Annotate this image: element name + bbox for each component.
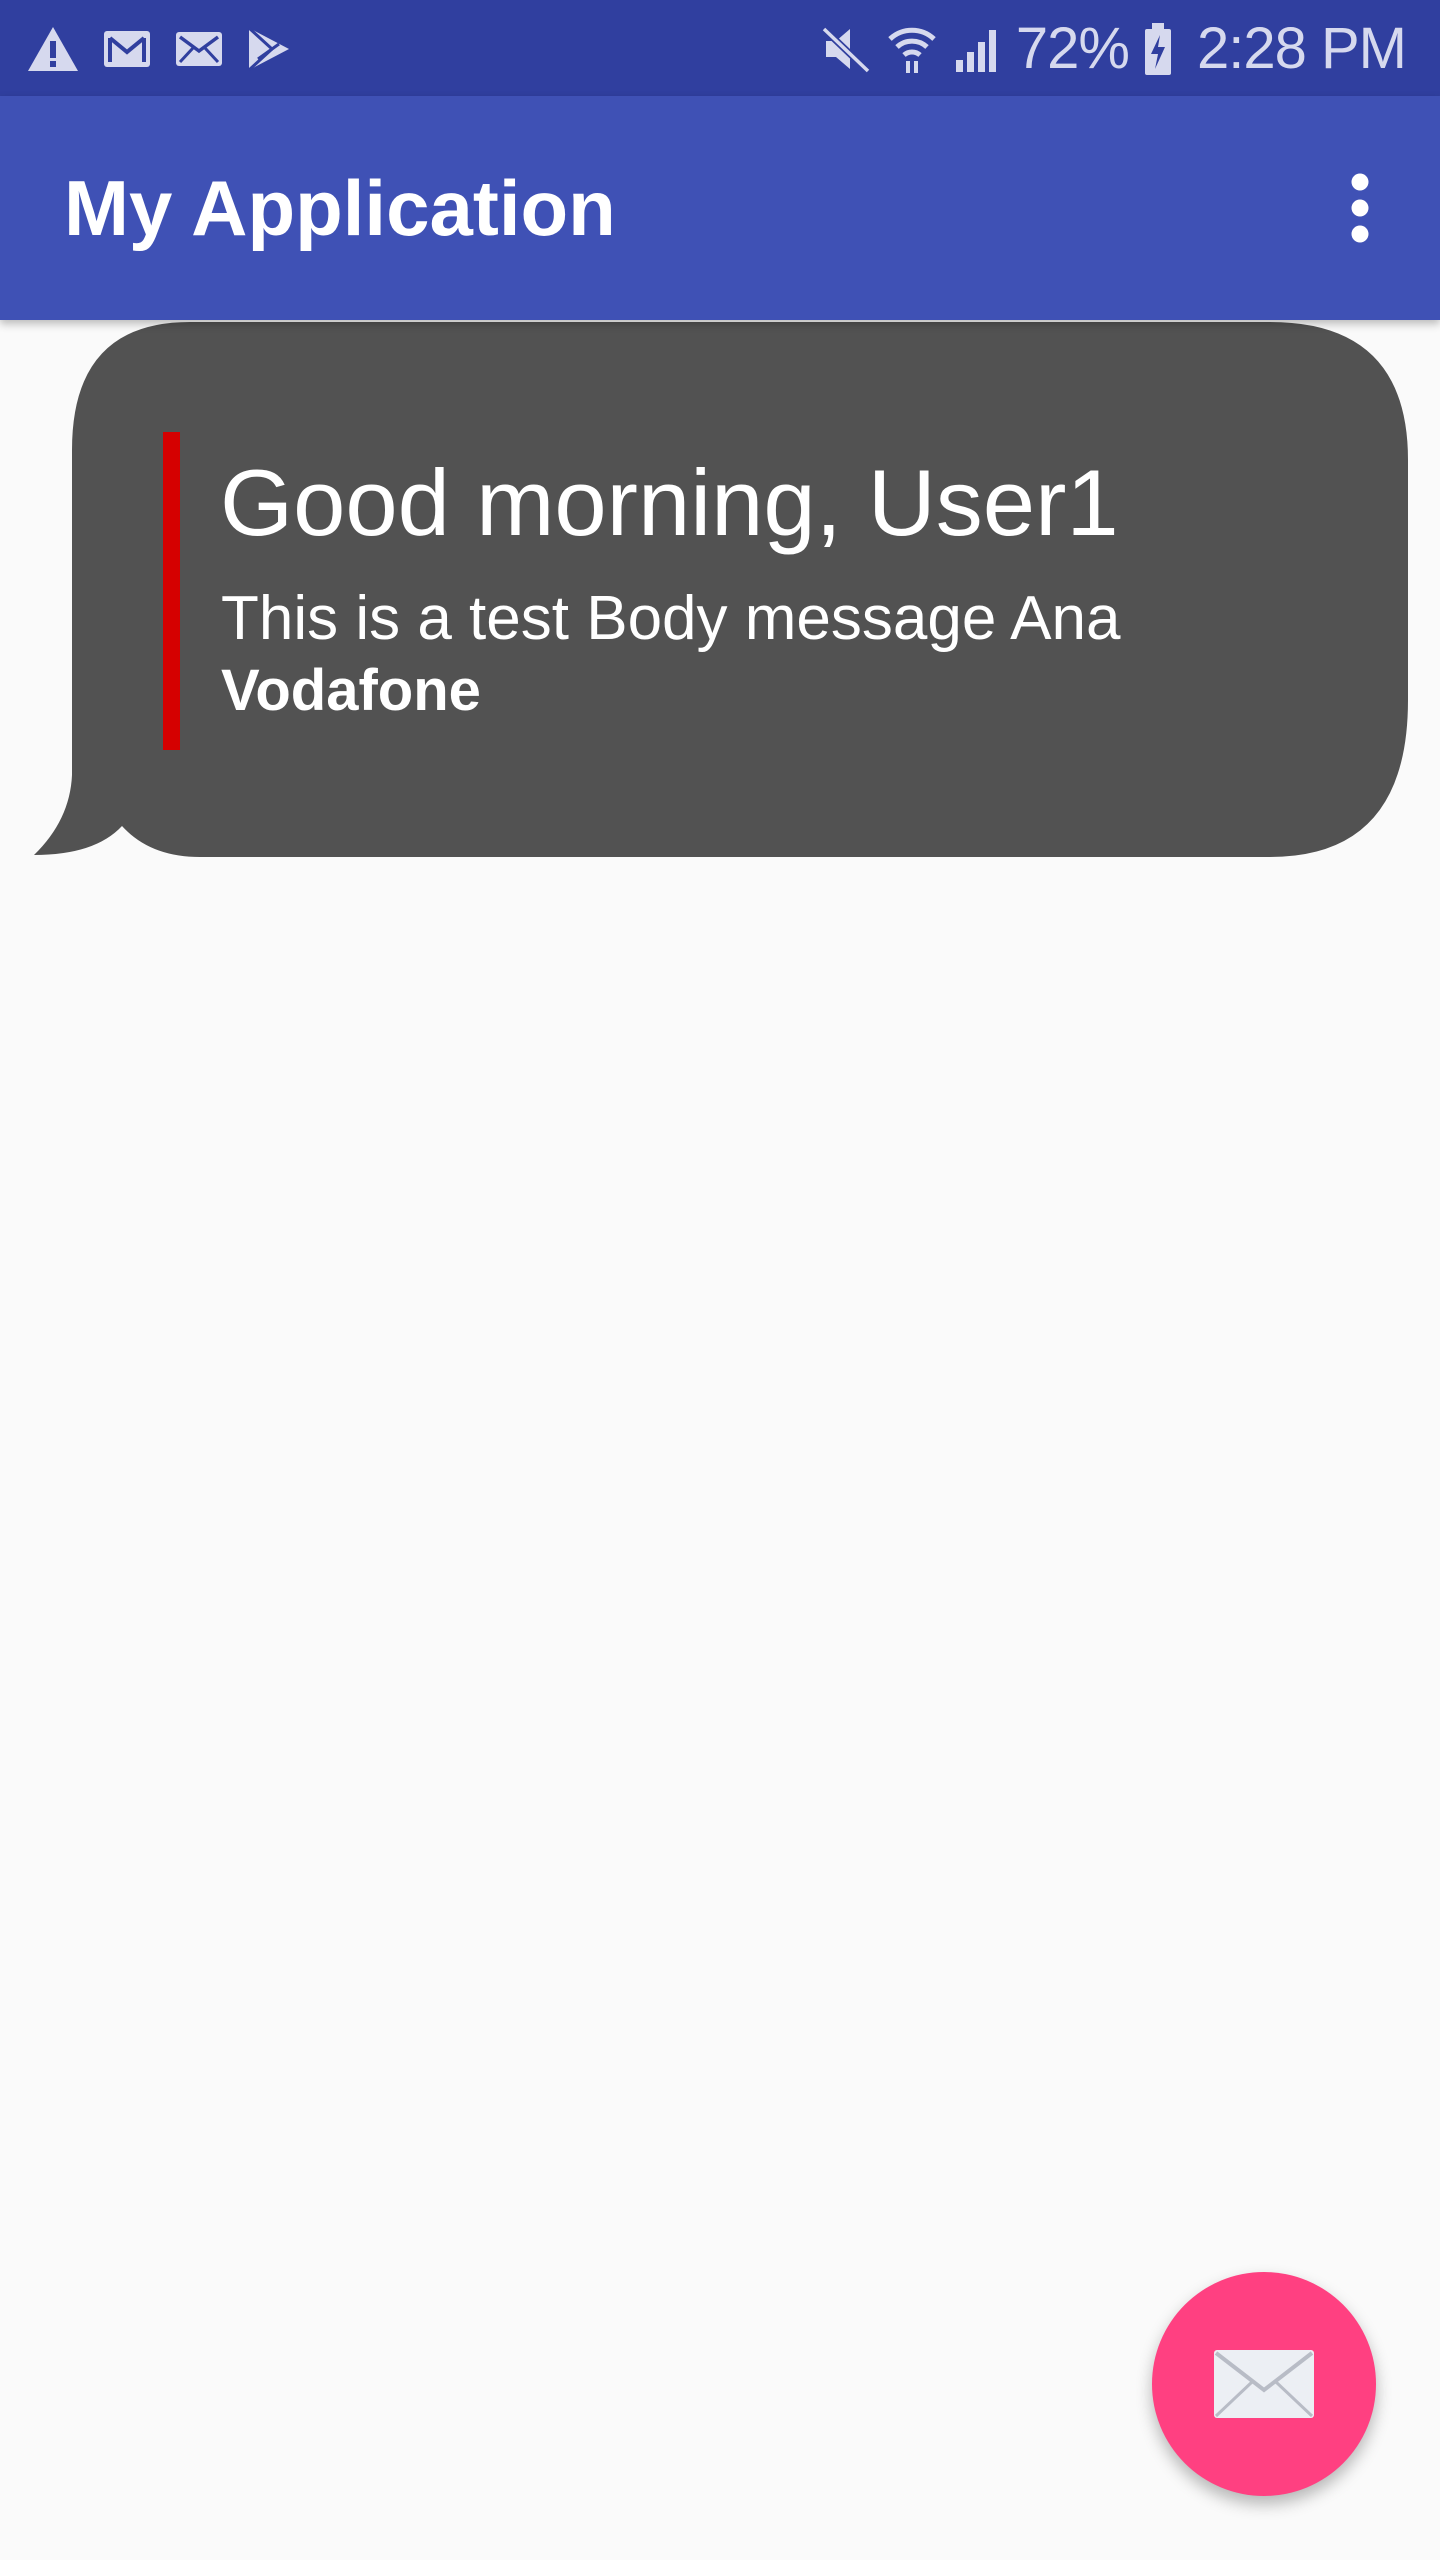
clock: 2:28 PM xyxy=(1197,16,1407,81)
message-bubble[interactable]: Good morning, User1 This is a test Body … xyxy=(0,320,1440,860)
wifi-icon xyxy=(886,23,938,75)
status-bar: 72% 2:28 PM xyxy=(0,0,1440,96)
warning-icon xyxy=(26,24,80,74)
system-icons: 72% 2:28 PM xyxy=(820,14,1407,84)
battery-charging-icon xyxy=(1143,21,1173,77)
page-title: My Application xyxy=(64,164,616,252)
gmail-icon xyxy=(102,28,152,70)
message-body: This is a test Body message Ana xyxy=(221,584,1121,653)
message-sender: Vodafone xyxy=(221,658,481,723)
envelope-icon xyxy=(1214,2350,1314,2418)
email-icon xyxy=(174,29,224,69)
notification-icons xyxy=(26,22,292,76)
app-bar: My Application xyxy=(0,96,1440,320)
message-accent-bar xyxy=(163,432,180,750)
message-title: Good morning, User1 xyxy=(220,450,1119,555)
mute-icon xyxy=(820,23,872,75)
signal-icon xyxy=(952,24,1002,74)
play-store-icon xyxy=(246,25,292,73)
more-vert-icon xyxy=(1351,173,1369,243)
overflow-menu-button[interactable] xyxy=(1310,154,1410,262)
battery-percent: 72% xyxy=(1015,16,1130,81)
compose-fab-button[interactable] xyxy=(1152,2272,1376,2496)
